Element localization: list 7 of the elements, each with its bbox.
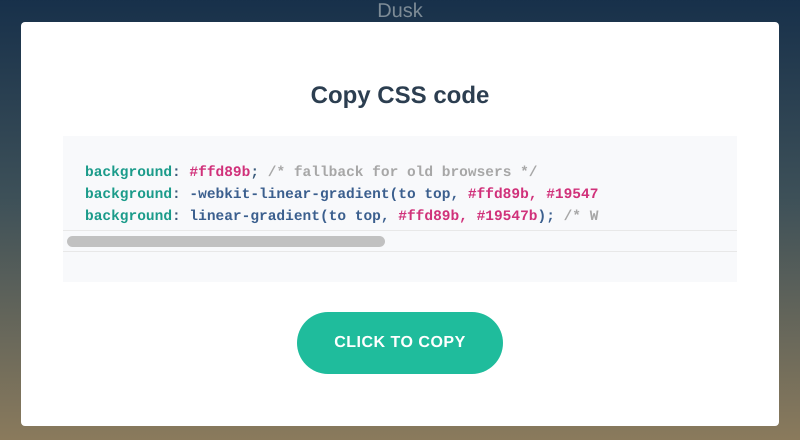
- code-line: background: -webkit-linear-gradient(to top, #ffd89b, #19547: [85, 186, 598, 205]
- page-title: Dusk: [377, 0, 423, 22]
- dialog-title: Copy CSS code: [310, 82, 490, 110]
- scrollbar-thumb[interactable]: [67, 236, 385, 246]
- code-line: background: linear-gradient(to top, #ffd89b, #19547b); /* W: [85, 208, 598, 227]
- code-line: background: #ffd89b; /* fallback for old browsers */: [85, 164, 538, 183]
- copy-button[interactable]: CLICK TO COPY: [297, 312, 503, 374]
